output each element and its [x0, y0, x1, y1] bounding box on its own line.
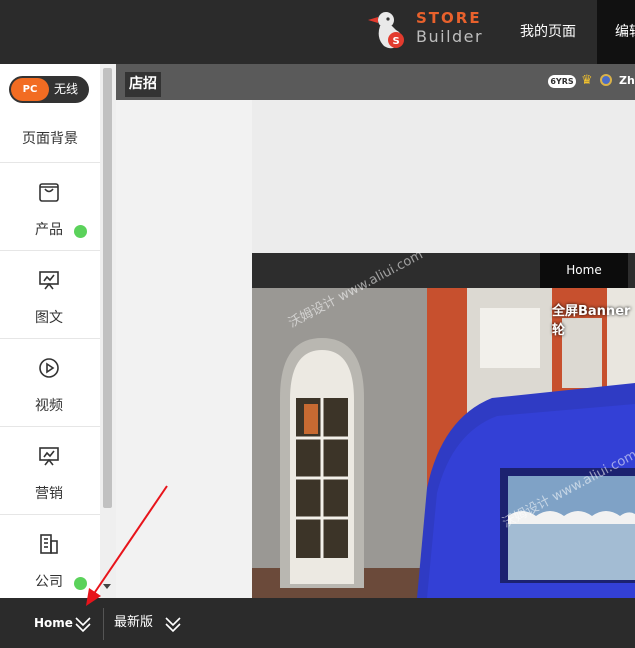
svg-text:S: S	[393, 36, 400, 47]
play-icon	[39, 358, 59, 378]
presentation-icon	[39, 271, 59, 290]
toggle-wireless[interactable]: 无线	[54, 76, 78, 103]
shop-name: Zhe	[619, 74, 635, 87]
years-badge: 6YRS	[548, 75, 576, 88]
nav-my-page[interactable]: 我的页面	[520, 0, 576, 64]
sidebar-item-company[interactable]: 公司	[0, 515, 100, 598]
sidebar-item-page-background[interactable]: 页面背景	[0, 116, 100, 163]
page-selector-label[interactable]: Home	[34, 598, 73, 648]
sidebar-item-video[interactable]: 视频	[0, 339, 100, 427]
sidebar-item-label: 视频	[35, 398, 63, 414]
store-builder-logo-icon: S	[368, 12, 404, 49]
toggle-pc[interactable]: PC	[11, 78, 49, 101]
content-area	[252, 100, 635, 253]
shop-sign-label[interactable]: 店招	[125, 72, 161, 97]
top-bar: S STORE Builder 我的页面 编辑	[0, 0, 635, 64]
double-chevron-down-icon[interactable]	[74, 615, 92, 633]
bottom-bar: Home 最新版	[0, 598, 635, 648]
shop-header[interactable]: 店招 6YRS ♛ Zhe	[116, 64, 635, 100]
sidebar-item-label: 图文	[35, 310, 63, 326]
divider	[103, 608, 104, 640]
sidebar-item-label: 营销	[35, 486, 63, 502]
brand-builder-text: Builder	[416, 27, 484, 46]
crown-icon: ♛	[581, 73, 593, 88]
sidebar-item-product[interactable]: 产品	[0, 163, 100, 251]
nav-edit[interactable]: 编辑	[597, 0, 635, 64]
status-dot	[74, 225, 87, 238]
pc-wireless-toggle[interactable]: PC 无线	[9, 76, 89, 103]
banner-title: 全屏Banner轮	[552, 304, 631, 338]
building-icon	[40, 534, 58, 554]
status-dot	[74, 577, 87, 590]
scrollbar-thumb[interactable]	[103, 68, 112, 508]
medal-icon	[600, 74, 612, 86]
sidebar-scrollbar[interactable]	[100, 64, 116, 598]
version-selector-label[interactable]: 最新版	[114, 598, 153, 648]
shop-nav-home[interactable]: Home	[540, 253, 628, 288]
double-chevron-down-icon[interactable]	[164, 615, 182, 633]
bag-icon	[39, 183, 59, 202]
left-sidebar: PC 无线 页面背景 产品 图文 视频 营销 公司	[0, 64, 100, 598]
page-preview-canvas: 店招 6YRS ♛ Zhe Home 全屏Ba	[116, 64, 635, 598]
brand-store-text: STORE	[416, 9, 482, 27]
scroll-down-arrow-icon[interactable]	[103, 584, 111, 589]
sidebar-item-image-text[interactable]: 图文	[0, 251, 100, 339]
presentation-icon	[39, 447, 59, 466]
shop-nav-bar: Home	[252, 253, 635, 288]
sidebar-item-marketing[interactable]: 营销	[0, 427, 100, 515]
